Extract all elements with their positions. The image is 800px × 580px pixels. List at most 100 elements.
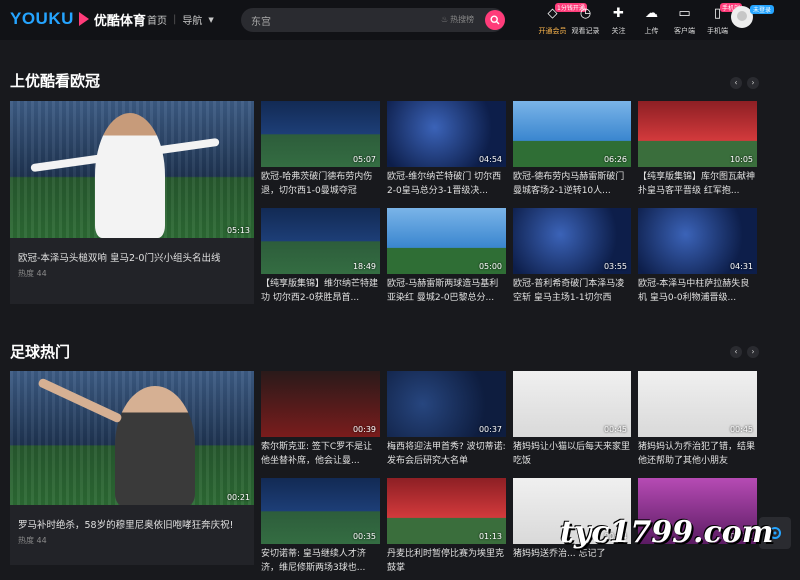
video-card[interactable]: 00:45 猪妈妈认为乔治犯了错，结果他还帮助了其他小朋友 [638, 371, 757, 468]
card-title: 梅西将迎法甲首秀? 波切蒂诺: 发布会后研究大名单 [387, 442, 506, 466]
coach-figure [115, 386, 195, 505]
duration-label: 00:35 [352, 532, 376, 541]
duration-label: 01:13 [478, 532, 502, 541]
card-title: 【纯享版集锦】库尔图瓦献神扑皇马客平晋级 红军抱... [638, 172, 756, 196]
video-thumbnail: 01:13 [387, 478, 506, 544]
card-title: 索尔斯克亚: 签下C罗不是让他坐替补席，他会让曼... [261, 442, 373, 466]
video-card[interactable]: 05:07 欧冠-哈弗茨破门德布劳内伤退，切尔西1-0曼城夺冠 [261, 101, 380, 198]
phone-label: 手机端 [707, 27, 728, 35]
upload-button[interactable]: ☁ 上传 [635, 4, 668, 36]
video-card[interactable]: 03:55 欧冠-普利希奇破门本泽马凌空斩 皇马主场1-1切尔西 [513, 208, 631, 305]
heat-label: 热度 44 [18, 536, 47, 545]
fire-icon: ♨ [441, 15, 449, 24]
phone-button[interactable]: 手机端 ▯ 手机端 [701, 3, 743, 36]
card-title: 欧冠-马赫雷斯两球造马基利亚染红 曼城2-0巴黎总分... [387, 279, 499, 303]
header-actions: 1分钱开通 ◇ 开通会员 ◷ 观看记录 ✚ 关注 ☁ 上传 ▭ 客户端 手机端 … [536, 3, 743, 36]
video-thumbnail: 00:37 [387, 371, 506, 437]
video-card[interactable]: 04:31 欧冠-本泽马中柱萨拉赫失良机 皇马0-0利物浦晋级... [638, 208, 757, 305]
video-card[interactable]: 18:49 【纯享版集锦】维尔纳芒特建功 切尔西2-0获胜昂首... [261, 208, 380, 305]
card-title: 欧冠-本泽马头槌双响 皇马2-0门兴小组头名出线 [18, 253, 221, 264]
video-card[interactable]: 10:05 【纯享版集锦】库尔图瓦献神扑皇马客平晋级 红军抱... [638, 101, 757, 198]
video-thumbnail: 06:26 [513, 101, 631, 167]
prev-arrow-icon[interactable]: ‹ [730, 77, 742, 89]
video-thumbnail: 04:54 [387, 101, 506, 167]
video-card[interactable]: 05:00 欧冠-马赫雷斯两球造马基利亚染红 曼城2-0巴黎总分... [387, 208, 506, 305]
top-header: YOUKU 优酷体育 首页 | 导航 ▼ ♨ 热搜榜 1分钱开通 ◇ 开通会员 … [0, 0, 800, 40]
section-arrows: ‹ › [730, 77, 759, 89]
duration-label: 04:54 [478, 155, 502, 164]
card-title: 安切诺蒂: 皇马继续人才济济，维尼修斯两场3球也... [261, 549, 366, 573]
history-icon: ◷ [579, 6, 592, 21]
search-bar: ♨ 热搜榜 [241, 8, 505, 32]
duration-label: 04:31 [729, 262, 753, 271]
video-thumbnail: 10:05 [638, 101, 757, 167]
follow-label: 关注 [611, 27, 626, 35]
chevron-down-icon: ▼ [208, 15, 214, 24]
video-card[interactable]: 04:54 欧冠-维尔纳芒特破门 切尔西2-0皇马总分3-1晋级决... [387, 101, 506, 198]
duration-label: 10:05 [729, 155, 753, 164]
arm-figure [37, 377, 123, 424]
history-button[interactable]: ◷ 观看记录 [569, 4, 602, 36]
card-title: 欧冠-本泽马中柱萨拉赫失良机 皇马0-0利物浦晋级... [638, 279, 750, 303]
nav-home-link[interactable]: 首页 [147, 12, 167, 27]
section-title-football: 足球热门 [10, 343, 71, 361]
upload-label: 上传 [644, 27, 659, 35]
logo-text-cn: 优酷体育 [93, 13, 146, 29]
video-card[interactable]: 00:39 索尔斯克亚: 签下C罗不是让他坐替补席，他会让曼... [261, 371, 380, 468]
login-tag[interactable]: 未登录 [750, 5, 775, 14]
duration-label: 05:00 [478, 262, 502, 271]
logo-play-icon [78, 12, 89, 26]
search-input[interactable] [251, 12, 421, 28]
duration-label: 18:49 [352, 262, 376, 271]
featured-thumbnail: 00:21 [10, 371, 254, 505]
video-thumbnail: 03:55 [513, 208, 631, 274]
search-button[interactable] [485, 10, 505, 30]
featured-card[interactable]: 00:21 罗马补时绝杀，58岁的穆里尼奥依旧咆哮狂奔庆祝! 热度 44 [10, 371, 254, 565]
card-title: 猪妈妈让小猫以后每天来家里吃饭 [513, 442, 631, 466]
card-title: 丹麦比利时暂停比赛为埃里克鼓掌 [387, 549, 505, 573]
duration-label: 00:37 [478, 425, 502, 434]
duration-label: 05:07 [352, 155, 376, 164]
card-title: 欧冠-德布劳内马赫雷斯破门 曼城客场2-1逆转10人... [513, 172, 625, 196]
video-thumbnail: 18:49 [261, 208, 380, 274]
vip-button[interactable]: 1分钱开通 ◇ 开通会员 [536, 3, 587, 36]
client-button[interactable]: ▭ 客户端 [668, 4, 701, 36]
featured-card[interactable]: 05:13 欧冠-本泽马头槌双响 皇马2-0门兴小组头名出线 热度 44 [10, 101, 254, 304]
duration-label: 05:13 [226, 226, 250, 235]
duration-label: 00:39 [352, 425, 376, 434]
hot-search-link[interactable]: ♨ 热搜榜 [441, 14, 474, 25]
search-icon [490, 15, 500, 25]
card-title: 欧冠-维尔纳芒特破门 切尔西2-0皇马总分3-1晋级决... [387, 172, 502, 196]
duration-label: 00:21 [226, 493, 250, 502]
duration-label: 00:45 [603, 425, 627, 434]
prev-arrow-icon[interactable]: ‹ [730, 346, 742, 358]
video-card[interactable]: 00:35 安切诺蒂: 皇马继续人才济济，维尼修斯两场3球也... [261, 478, 380, 575]
video-thumbnail: 00:45 [513, 371, 631, 437]
video-thumbnail: 00:45 [638, 371, 757, 437]
section-arrows: ‹ › [730, 346, 759, 358]
next-arrow-icon[interactable]: › [747, 346, 759, 358]
duration-label: 03:55 [603, 262, 627, 271]
client-icon: ▭ [678, 6, 691, 21]
heat-label: 热度 44 [18, 269, 47, 278]
video-card[interactable]: 06:26 欧冠-德布劳内马赫雷斯破门 曼城客场2-1逆转10人... [513, 101, 631, 198]
follow-button[interactable]: ✚ 关注 [602, 4, 635, 36]
top-nav: 首页 | 导航 ▼ [147, 12, 214, 27]
card-title: 欧冠-普利希奇破门本泽马凌空斩 皇马主场1-1切尔西 [513, 279, 625, 303]
youku-logo[interactable]: YOUKU 优酷体育 [10, 9, 146, 29]
featured-thumbnail: 05:13 [10, 101, 254, 238]
next-arrow-icon[interactable]: › [747, 77, 759, 89]
video-card[interactable]: 00:45 猪妈妈让小猫以后每天来家里吃饭 [513, 371, 631, 468]
video-thumbnail: 00:39 [261, 371, 380, 437]
nav-menu-link[interactable]: 导航 [182, 12, 202, 27]
card-title [638, 547, 757, 575]
video-thumbnail: 05:00 [387, 208, 506, 274]
follow-icon: ✚ [613, 6, 624, 21]
video-card[interactable]: 01:13 丹麦比利时暂停比赛为埃里克鼓掌 [387, 478, 506, 575]
card-title: 【纯享版集锦】维尔纳芒特建功 切尔西2-0获胜昂首... [261, 279, 379, 303]
hot-search-label: 热搜榜 [450, 15, 475, 24]
duration-label: 00:45 [729, 425, 753, 434]
card-title: 欧冠-哈弗茨破门德布劳内伤退，切尔西1-0曼城夺冠 [261, 172, 373, 196]
video-card[interactable]: 00:37 梅西将迎法甲首秀? 波切蒂诺: 发布会后研究大名单 [387, 371, 506, 468]
nav-separator: | [173, 14, 177, 25]
